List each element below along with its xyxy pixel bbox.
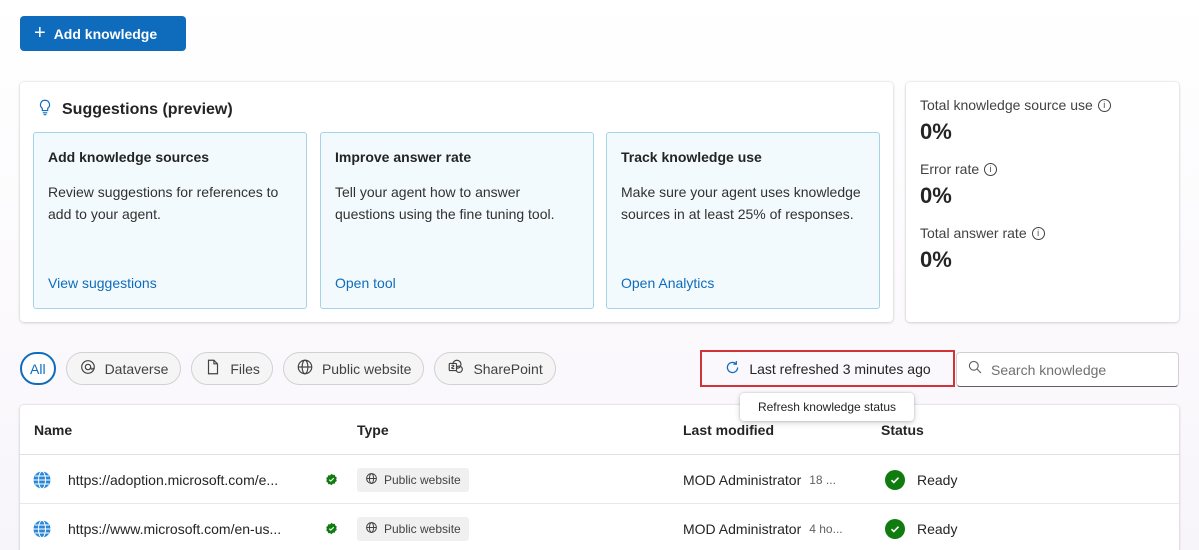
search-icon	[967, 359, 983, 380]
refresh-label: Last refreshed 3 minutes ago	[749, 360, 931, 377]
info-icon[interactable]: i	[1097, 98, 1111, 112]
type-label: Public website	[384, 472, 461, 487]
tile-body: Review suggestions for references to add…	[48, 184, 279, 222]
metric-value: 0%	[920, 247, 952, 272]
type-badge: Public website	[357, 467, 469, 492]
modified-time: 4 ho...	[809, 521, 843, 536]
metric-label: Total knowledge source use i	[920, 97, 1165, 113]
metric-label-text: Total answer rate	[920, 225, 1027, 241]
search-box[interactable]	[956, 352, 1179, 387]
info-icon[interactable]: i	[1031, 226, 1045, 240]
chip-label: All	[30, 360, 46, 377]
column-header-last-modified[interactable]: Last modified	[683, 422, 774, 438]
status-label: Ready	[917, 471, 958, 488]
checkmark-icon	[885, 518, 905, 539]
refresh-status-button[interactable]: Last refreshed 3 minutes ago	[700, 350, 955, 387]
suggestions-panel: Suggestions (preview) Add knowledge sour…	[20, 82, 893, 322]
filter-chip-all[interactable]: All	[20, 352, 56, 385]
last-modified-cell: MOD Administrator 18 ...	[683, 455, 836, 504]
refresh-icon	[724, 359, 741, 379]
type-badge: Public website	[357, 516, 469, 541]
row-name[interactable]: https://www.microsoft.com/en-us...	[68, 504, 281, 550]
status-cell: Ready	[885, 504, 957, 550]
filter-chip-files[interactable]: Files	[191, 352, 273, 385]
verified-icon	[325, 455, 338, 504]
modified-by: MOD Administrator	[683, 520, 802, 537]
search-input[interactable]	[991, 361, 1171, 378]
tile-body: Make sure your agent uses knowledge sour…	[621, 184, 861, 222]
open-analytics-link[interactable]: Open Analytics	[621, 275, 714, 291]
globe-icon	[365, 521, 378, 537]
metric-label: Total answer rate i	[920, 225, 1165, 241]
website-globe-icon	[32, 455, 52, 504]
globe-icon	[296, 358, 314, 379]
metric-label: Error rate i	[920, 161, 1165, 177]
metric-label-text: Total knowledge source use	[920, 97, 1093, 113]
open-tool-link[interactable]: Open tool	[335, 275, 396, 291]
chip-label: Public website	[321, 360, 412, 377]
tile-title: Track knowledge use	[621, 149, 762, 165]
status-label: Ready	[917, 520, 958, 537]
dataverse-icon	[79, 358, 97, 379]
column-header-type[interactable]: Type	[357, 422, 389, 438]
chip-label: Files	[230, 360, 260, 377]
globe-icon	[365, 472, 378, 488]
file-icon	[204, 358, 222, 379]
sharepoint-icon	[447, 358, 465, 379]
modified-by: MOD Administrator	[683, 471, 802, 488]
add-knowledge-label: Add knowledge	[53, 25, 158, 42]
view-suggestions-link[interactable]: View suggestions	[48, 275, 157, 291]
verified-icon	[325, 504, 338, 550]
type-label: Public website	[384, 521, 461, 536]
column-header-status[interactable]: Status	[881, 422, 924, 438]
checkmark-icon	[885, 469, 905, 490]
table-header: Name Type Last modified Status	[20, 405, 1179, 455]
suggestion-tile-add-sources: Add knowledge sources Review suggestions…	[33, 132, 307, 309]
row-name[interactable]: https://adoption.microsoft.com/e...	[68, 455, 278, 504]
chip-label: SharePoint	[473, 360, 543, 377]
type-badge-cell: Public website	[357, 455, 469, 504]
metric-value: 0%	[920, 183, 952, 208]
lightbulb-icon	[36, 98, 54, 121]
tile-title: Improve answer rate	[335, 149, 472, 165]
suggestions-heading: Suggestions (preview)	[62, 100, 233, 118]
metric-label-text: Error rate	[920, 161, 980, 177]
filter-chip-public-website[interactable]: Public website	[282, 352, 425, 385]
table-row[interactable]: https://adoption.microsoft.com/e... Publ…	[20, 455, 1179, 504]
filter-bar: All Dataverse Files Public website Share…	[20, 352, 556, 385]
tile-body: Tell your agent how to answer questions …	[335, 184, 555, 222]
chip-label: Dataverse	[104, 360, 169, 377]
info-icon[interactable]: i	[984, 162, 998, 176]
filter-chip-sharepoint[interactable]: SharePoint	[434, 352, 556, 385]
metrics-panel: Total knowledge source use i 0% Error ra…	[906, 82, 1179, 322]
modified-time: 18 ...	[809, 472, 836, 487]
column-header-name[interactable]: Name	[34, 422, 72, 438]
type-badge-cell: Public website	[357, 504, 469, 550]
suggestion-tile-answer-rate: Improve answer rate Tell your agent how …	[320, 132, 594, 309]
suggestions-title: Suggestions (preview)	[36, 98, 233, 121]
last-modified-cell: MOD Administrator 4 ho...	[683, 504, 843, 550]
refresh-tooltip: Refresh knowledge status	[740, 393, 914, 421]
add-knowledge-button[interactable]: + Add knowledge	[20, 16, 186, 51]
filter-chip-dataverse[interactable]: Dataverse	[65, 352, 182, 385]
knowledge-table: Name Type Last modified Status https://a…	[20, 405, 1179, 550]
metric-value: 0%	[920, 119, 952, 144]
plus-icon: +	[34, 21, 46, 44]
table-row[interactable]: https://www.microsoft.com/en-us... Publi…	[20, 504, 1179, 550]
suggestion-tile-track-use: Track knowledge use Make sure your agent…	[606, 132, 880, 309]
website-globe-icon	[32, 504, 52, 550]
tile-title: Add knowledge sources	[48, 149, 210, 165]
status-cell: Ready	[885, 455, 957, 504]
